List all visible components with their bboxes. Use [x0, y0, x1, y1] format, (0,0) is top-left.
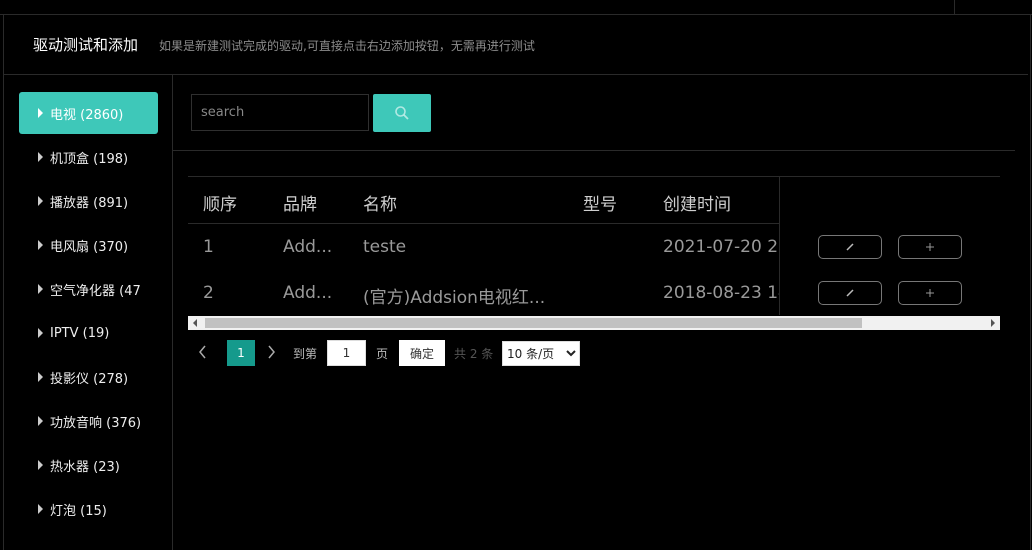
page-unit-label: 页 [376, 347, 389, 361]
sidebar-item-fan[interactable]: 电风扇 (370) [19, 224, 158, 266]
next-page-icon[interactable] [266, 345, 276, 362]
top-bar-divider [954, 0, 955, 14]
edit-button[interactable] [818, 235, 882, 259]
scrollbar-thumb[interactable] [205, 318, 862, 328]
page-size-select[interactable]: 10 条/页 [502, 341, 580, 366]
sidebar-item-tv[interactable]: 电视 (2860) [19, 92, 158, 134]
sidebar-item-iptv[interactable]: IPTV (19) [19, 312, 158, 354]
caret-right-icon [38, 284, 43, 294]
cell-created: 2018-08-23 14 [663, 283, 789, 303]
plus-icon [926, 243, 934, 251]
caret-right-icon [38, 504, 43, 514]
page-header: 驱动测试和添加 如果是新建测试完成的驱动,可直接点击右边添加按钮，无需再进行测试 [4, 15, 1028, 75]
sidebar-item-label: 灯泡 (15) [50, 503, 107, 519]
column-header-brand: 品牌 [283, 195, 317, 215]
cell-order: 1 [203, 237, 214, 257]
scroll-left-icon[interactable] [193, 319, 197, 327]
goto-label: 到第 [293, 347, 318, 361]
column-header-order: 顺序 [203, 195, 237, 215]
sidebar-item-label: IPTV (19) [50, 325, 110, 341]
table-horizontal-scrollbar[interactable] [188, 316, 1000, 330]
cell-created: 2021-07-20 22 [663, 237, 789, 257]
sidebar-item-label: 电视 (2860) [50, 107, 124, 123]
sidebar-item-label: 投影仪 (278) [50, 371, 129, 387]
caret-right-icon [38, 372, 43, 382]
cell-name: (官方)Addsion电视红... [363, 288, 546, 308]
sidebar-item-label: 功放音响 (376) [50, 415, 142, 431]
cell-brand: Add... [283, 237, 333, 257]
caret-right-icon [38, 328, 43, 338]
sidebar-item-air-purifier[interactable]: 空气净化器 (47 [19, 268, 158, 310]
total-count: 共 2 条 [454, 347, 494, 361]
driver-table: 顺序 品牌 名称 型号 创建时间 1 Add... teste 2021-07-… [188, 176, 1000, 317]
caret-right-icon [38, 108, 43, 118]
edit-button[interactable] [818, 281, 882, 305]
search-icon [395, 106, 409, 120]
plus-icon [926, 289, 934, 297]
column-header-created: 创建时间 [663, 195, 731, 215]
add-button[interactable] [898, 235, 962, 259]
toolbar-divider [173, 150, 1015, 151]
sidebar-item-set-top-box[interactable]: 机顶盒 (198) [19, 136, 158, 178]
confirm-button[interactable]: 确定 [399, 340, 445, 366]
sidebar-item-bulb[interactable]: 灯泡 (15) [19, 488, 158, 530]
page-number-current[interactable]: 1 [227, 340, 255, 366]
prev-page-icon[interactable] [198, 345, 208, 362]
column-header-model: 型号 [583, 195, 617, 215]
column-header-name: 名称 [363, 195, 397, 215]
sidebar-item-label: 机顶盒 (198) [50, 151, 129, 167]
sidebar-item-player[interactable]: 播放器 (891) [19, 180, 158, 222]
edit-icon [846, 243, 854, 251]
search-input[interactable] [191, 94, 369, 131]
scroll-right-icon[interactable] [991, 319, 995, 327]
sidebar-item-label: 空气净化器 (47 [50, 283, 141, 299]
sidebar-item-label: 电风扇 (370) [50, 239, 129, 255]
cell-order: 2 [203, 283, 214, 303]
search-button[interactable] [373, 94, 431, 132]
category-sidebar: 电视 (2860) 机顶盒 (198) 播放器 (891) 电风扇 (370) … [4, 75, 173, 550]
page-hint: 如果是新建测试完成的驱动,可直接点击右边添加按钮，无需再进行测试 [159, 39, 535, 53]
caret-right-icon [38, 152, 43, 162]
cell-name: teste [363, 237, 407, 257]
top-bar [0, 0, 1032, 15]
cell-brand: Add... [283, 283, 333, 303]
caret-right-icon [38, 460, 43, 470]
sidebar-item-water-heater[interactable]: 热水器 (23) [19, 444, 158, 486]
page-title: 驱动测试和添加 [33, 36, 139, 54]
sidebar-item-label: 热水器 (23) [50, 459, 120, 475]
caret-right-icon [38, 416, 43, 426]
fixed-actions-column [779, 177, 1000, 315]
edit-icon [846, 289, 854, 297]
jump-page-input[interactable] [327, 340, 366, 366]
caret-right-icon [38, 196, 43, 206]
add-button[interactable] [898, 281, 962, 305]
sidebar-item-projector[interactable]: 投影仪 (278) [19, 356, 158, 398]
caret-right-icon [38, 240, 43, 250]
sidebar-item-label: 播放器 (891) [50, 195, 129, 211]
sidebar-item-amplifier[interactable]: 功放音响 (376) [19, 400, 158, 442]
